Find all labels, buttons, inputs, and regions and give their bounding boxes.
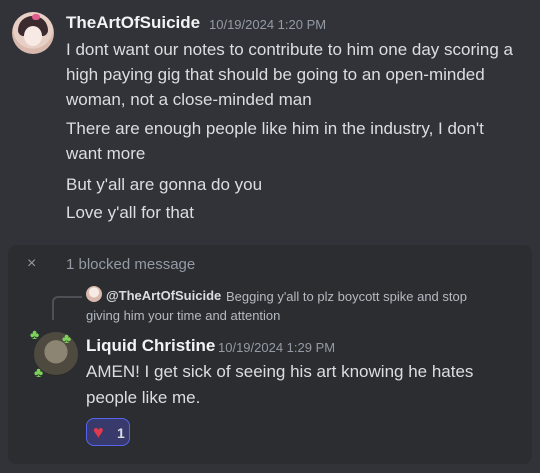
clover-icon: ♣ bbox=[30, 326, 40, 342]
author-name[interactable]: TheArtOfSuicide bbox=[66, 13, 200, 33]
close-icon[interactable]: × bbox=[27, 255, 36, 273]
message-line: I dont want our notes to contribute to h… bbox=[66, 40, 513, 59]
message-line: AMEN! I get sick of seeing his art knowi… bbox=[86, 362, 474, 381]
clover-icon: ♣ bbox=[62, 330, 72, 346]
message-line: high paying gig that should be going to … bbox=[66, 65, 485, 84]
timestamp: 10/19/2024 1:20 PM bbox=[209, 17, 327, 32]
message-1: TheArtOfSuicide 10/19/2024 1:20 PM I don… bbox=[0, 0, 540, 240]
message-line: Love y'all for that bbox=[66, 203, 194, 222]
reply-preview-line[interactable]: giving him your time and attention bbox=[86, 308, 280, 323]
reaction-count: 1 bbox=[117, 425, 125, 441]
reply-mention[interactable]: @TheArtOfSuicide bbox=[106, 288, 221, 303]
avatar-face bbox=[24, 26, 42, 46]
message-line: people like me. bbox=[86, 388, 201, 407]
reply-preview-line[interactable]: Begging y'all to plz boycott spike and s… bbox=[226, 289, 467, 304]
reply-avatar[interactable] bbox=[86, 286, 102, 302]
heart-reaction-button[interactable]: ♥ 1 bbox=[86, 418, 130, 446]
timestamp: 10/19/2024 1:29 PM bbox=[218, 340, 336, 355]
avatar-bow bbox=[32, 14, 40, 20]
avatar[interactable] bbox=[12, 12, 54, 54]
heart-icon: ♥ bbox=[93, 422, 104, 442]
message-line: There are enough people like him in the … bbox=[66, 119, 484, 138]
reply-connector bbox=[52, 296, 82, 320]
message-line: woman, not a close-minded man bbox=[66, 90, 312, 109]
message-line: want more bbox=[66, 144, 146, 163]
message-line: But y'all are gonna do you bbox=[66, 175, 263, 194]
author-name[interactable]: Liquid Christine bbox=[86, 336, 215, 356]
blocked-message-label[interactable]: 1 blocked message bbox=[66, 256, 195, 273]
clover-icon: ♣ bbox=[34, 364, 44, 380]
